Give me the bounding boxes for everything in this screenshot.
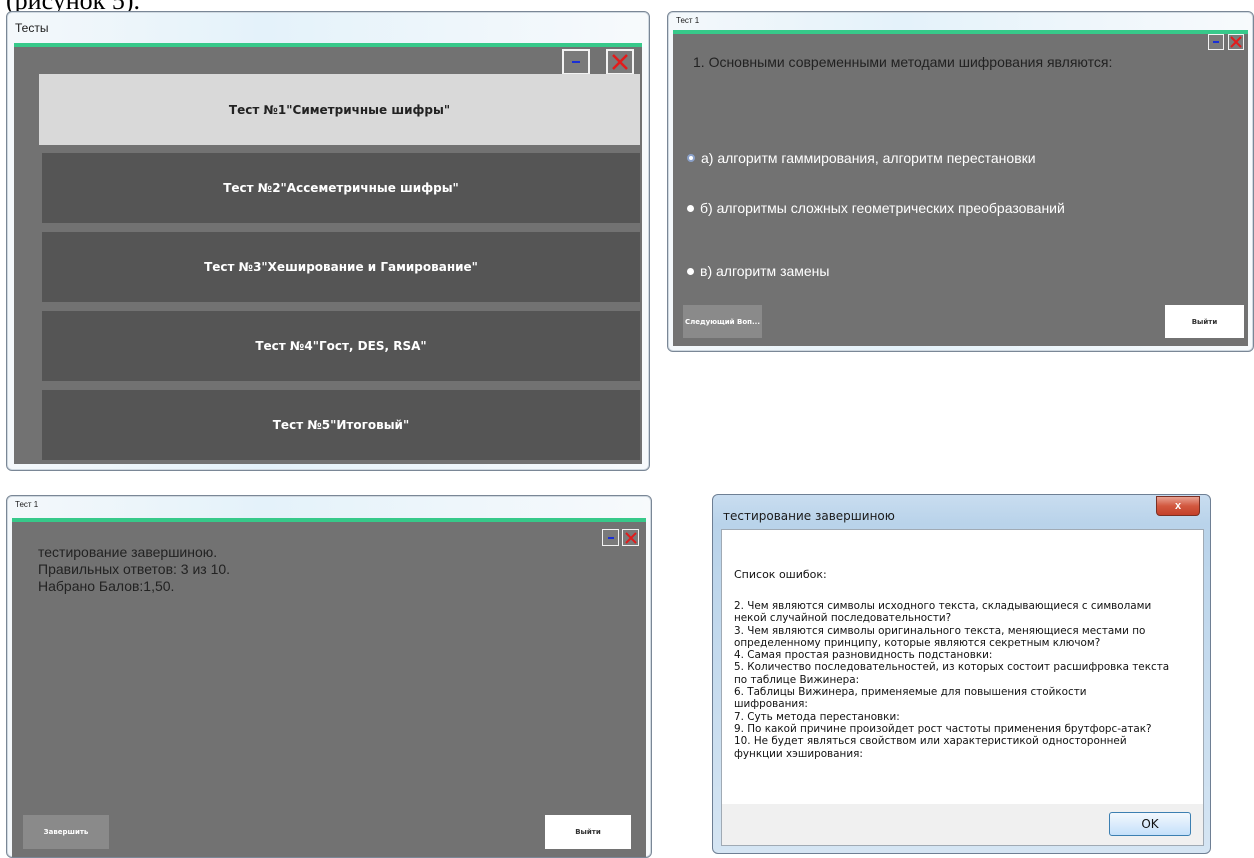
result-status: тестирование завершиною.: [38, 544, 218, 560]
radio-icon: [687, 204, 694, 212]
list-item: 3. Чем являются символы оригинального те…: [734, 624, 1146, 637]
test-item-3[interactable]: Тест №3"Хеширование и Гамирование": [42, 232, 640, 302]
minimize-button[interactable]: [602, 529, 619, 546]
list-item: определенному принципу, которые являются…: [734, 636, 1101, 649]
close-icon: [612, 54, 628, 70]
question-text: 1. Основными современными методами шифро…: [693, 54, 1113, 70]
close-icon: x: [1174, 500, 1182, 512]
finish-button[interactable]: Завершить: [23, 815, 109, 849]
test-item-2[interactable]: Тест №2"Ассеметричные шифры": [42, 153, 640, 223]
tests-window: Тесты Тест №1"Симетричные шифры" Тест №2…: [6, 11, 650, 471]
accent-bar: [14, 43, 642, 47]
minimize-icon: [572, 61, 580, 63]
list-item: 5. Количество последовательностей, из ко…: [734, 661, 1170, 674]
exit-button[interactable]: Выйти: [545, 815, 631, 849]
result-window: Тест 1 тестирование завершиною. Правильн…: [6, 495, 652, 858]
result-correct: Правильных ответов: 3 из 10.: [38, 561, 231, 577]
option-b[interactable]: б) алгоритмы сложных геометрических прео…: [687, 200, 1065, 216]
result-window-title: Тест 1: [15, 500, 39, 509]
question-window: Тест 1 1. Основными современными методам…: [667, 11, 1254, 352]
option-c[interactable]: в) алгоритм замены: [687, 263, 829, 279]
close-button[interactable]: [622, 529, 639, 546]
list-item: 10. Не будет являться свойством или хара…: [734, 735, 1127, 748]
accent-bar: [673, 30, 1248, 34]
next-question-button[interactable]: Следующий Воп...: [683, 305, 762, 338]
list-item: 4. Самая простая разновидность подстанов…: [734, 649, 993, 662]
option-b-label: б) алгоритмы сложных геометрических прео…: [700, 200, 1065, 216]
list-item: функции хэширования:: [734, 747, 863, 760]
tests-panel: Тест №1"Симетричные шифры" Тест №2"Ассем…: [14, 43, 642, 464]
error-dialog: тестирование завершиною x Список ошибок:…: [712, 494, 1211, 854]
list-item: 2. Чем являются символы исходного текста…: [734, 600, 1152, 612]
close-button[interactable]: [606, 49, 634, 75]
close-icon: [624, 531, 637, 544]
dialog-footer: OK: [721, 804, 1204, 846]
dialog-close-button[interactable]: x: [1156, 496, 1200, 516]
list-item: шифрования:: [734, 698, 808, 711]
list-item: некой случайной последовательности?: [734, 612, 952, 625]
errors-list: 2. Чем являются символы исходного текста…: [734, 600, 1194, 760]
test-item-4[interactable]: Тест №4"Гост, DES, RSA": [42, 311, 640, 381]
minimize-button[interactable]: [1208, 34, 1224, 50]
result-panel: тестирование завершиною. Правильных отве…: [12, 518, 646, 857]
list-item: по таблице Вижинера:: [734, 673, 860, 686]
list-item: 7. Суть метода перестановки:: [734, 710, 900, 723]
dialog-body: Список ошибок: 2. Чем являются символы и…: [721, 529, 1204, 805]
list-item: 9. По какой причине произойдет рост част…: [734, 722, 1152, 735]
close-button[interactable]: [1228, 34, 1244, 50]
option-a-label: а) алгоритм гаммирования, алгоритм перес…: [701, 150, 1036, 166]
minimize-button[interactable]: [562, 49, 590, 75]
option-c-label: в) алгоритм замены: [700, 263, 830, 279]
exit-button[interactable]: Выйти: [1165, 305, 1244, 338]
dialog-title: тестирование завершиною: [723, 509, 895, 523]
option-a[interactable]: а) алгоритм гаммирования, алгоритм перес…: [687, 150, 1036, 166]
tests-window-title: Тесты: [15, 21, 49, 35]
ok-button[interactable]: OK: [1109, 812, 1191, 836]
result-summary: тестирование завершиною. Правильных отве…: [38, 544, 230, 595]
minimize-icon: [1213, 41, 1219, 43]
question-panel: 1. Основными современными методами шифро…: [673, 30, 1248, 346]
test-item-1[interactable]: Тест №1"Симетричные шифры": [39, 74, 640, 145]
minimize-icon: [607, 536, 614, 539]
radio-checked-icon: [687, 154, 695, 162]
test-item-5[interactable]: Тест №5"Итоговый": [42, 390, 640, 460]
list-item: 6. Таблицы Вижинера, применяемые для пов…: [734, 686, 1087, 699]
errors-heading: Список ошибок:: [734, 568, 827, 581]
radio-icon: [687, 267, 694, 275]
accent-bar: [12, 518, 646, 522]
result-score: Набрано Балов:1,50.: [38, 578, 175, 594]
close-icon: [1230, 36, 1242, 48]
question-window-title: Тест 1: [676, 16, 700, 25]
